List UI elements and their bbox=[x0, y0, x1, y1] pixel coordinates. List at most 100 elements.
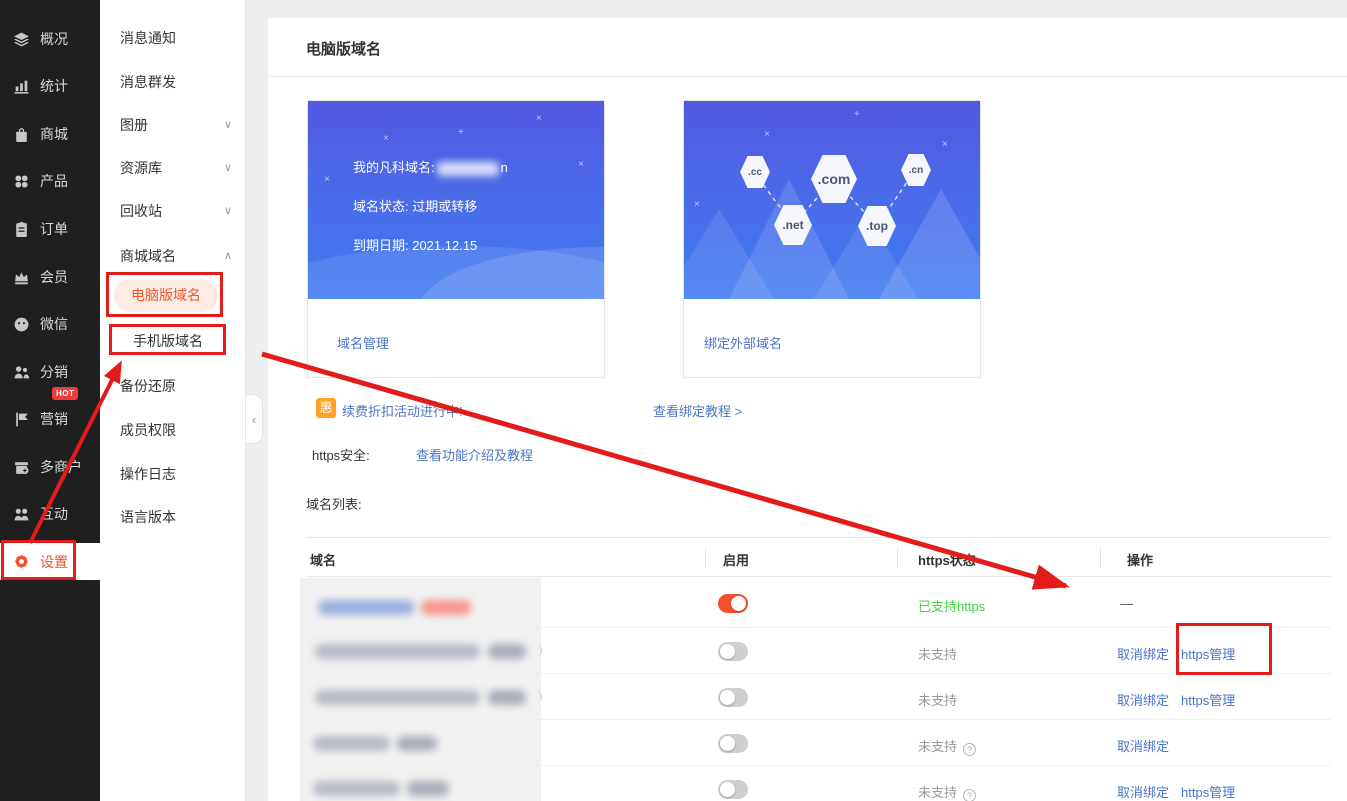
submenu-item-message-bulk[interactable]: 消息群发 bbox=[100, 67, 246, 97]
submenu-item-mall-domain[interactable]: 商城域名 ∧ bbox=[100, 241, 246, 271]
submenu-item-albums[interactable]: 图册 ∨ bbox=[100, 110, 246, 140]
col-actions: 操作 bbox=[1127, 553, 1154, 568]
sidebar-item-label: 订单 bbox=[40, 221, 68, 237]
bar-chart-icon bbox=[14, 80, 29, 94]
sidebar-item-overview[interactable]: 概况 bbox=[0, 21, 100, 57]
domain-manage-link[interactable]: 域名管理 bbox=[337, 333, 389, 352]
row-actions: 取消绑定 https管理 bbox=[1117, 782, 1247, 801]
sidebar-item-products[interactable]: 产品 bbox=[0, 163, 100, 199]
layers-icon bbox=[14, 32, 29, 46]
sidebar-collapse-handle[interactable]: ‹ bbox=[246, 394, 263, 444]
https-intro-tutorial-link[interactable]: 查看功能介绍及教程 bbox=[416, 445, 533, 464]
redacted-domain bbox=[315, 644, 480, 659]
https-manage-link[interactable]: https管理 bbox=[1181, 693, 1235, 708]
gear-icon bbox=[15, 555, 28, 568]
submenu-item-language-version[interactable]: 语言版本 bbox=[100, 502, 246, 532]
discount-badge-icon: 惠 bbox=[316, 398, 336, 418]
https-status: 未支持? bbox=[918, 782, 977, 801]
redacted-domain bbox=[488, 644, 526, 659]
row-actions: 取消绑定 bbox=[1117, 736, 1181, 755]
submenu-item-message-notice[interactable]: 消息通知 bbox=[100, 23, 246, 53]
help-icon[interactable]: ? bbox=[963, 743, 977, 756]
submenu-item-member-permissions[interactable]: 成员权限 bbox=[100, 415, 246, 445]
chevron-down-icon: ∨ bbox=[223, 119, 232, 131]
store-icon bbox=[15, 461, 29, 474]
submenu-item-pc-domain[interactable]: 电脑版域名 bbox=[114, 279, 218, 312]
sidebar-item-interaction[interactable]: 互动 bbox=[0, 496, 100, 532]
sidebar-item-multimerchant[interactable]: 多商户 bbox=[0, 449, 100, 485]
sidebar-item-label: 概况 bbox=[40, 31, 68, 47]
table-header: 域名 启用 https状态 操作 bbox=[306, 537, 1331, 577]
two-people-icon bbox=[14, 508, 29, 520]
unbind-link[interactable]: 取消绑定 bbox=[1117, 785, 1169, 800]
redacted-domain bbox=[313, 781, 400, 796]
https-status: 未支持 bbox=[918, 647, 958, 662]
https-status: 未支持? bbox=[918, 736, 977, 756]
https-manage-link[interactable]: https管理 bbox=[1181, 647, 1235, 662]
external-domain-card: × + × × .cc .com .cn .net .top 绑定外部域名 bbox=[683, 100, 981, 378]
enable-toggle[interactable] bbox=[718, 642, 748, 661]
row-actions: 取消绑定 https管理 bbox=[1117, 644, 1247, 663]
submenu-item-operation-log[interactable]: 操作日志 bbox=[100, 459, 246, 489]
binding-tutorial-link[interactable]: 查看绑定教程 > bbox=[653, 401, 742, 420]
redacted-domain bbox=[488, 690, 526, 705]
crown-icon bbox=[15, 271, 28, 284]
action-none: — bbox=[1120, 596, 1133, 611]
col-enabled: 启用 bbox=[723, 553, 750, 568]
sidebar-item-wechat[interactable]: 微信 bbox=[0, 306, 100, 342]
sidebar-item-members[interactable]: 会员 bbox=[0, 259, 100, 295]
enable-toggle[interactable] bbox=[718, 594, 748, 613]
sidebar-item-label: 会员 bbox=[40, 269, 68, 285]
enable-toggle[interactable] bbox=[718, 734, 748, 753]
sidebar-item-mall[interactable]: 商城 bbox=[0, 116, 100, 152]
secondary-sidebar: 消息通知 消息群发 图册 ∨ 资源库 ∨ 回收站 ∨ 商城域名 ∧ 手机版域名 备份还原… bbox=[100, 0, 246, 801]
sidebar-item-orders[interactable]: 订单 bbox=[0, 211, 100, 247]
help-icon[interactable]: ? bbox=[963, 789, 977, 801]
external-domain-banner: × + × × .cc .com .cn .net .top bbox=[684, 101, 980, 299]
submenu-item-resources[interactable]: 资源库 ∨ bbox=[100, 153, 246, 183]
redacted-domain bbox=[397, 736, 437, 751]
four-dots-icon bbox=[15, 174, 28, 188]
submenu-item-recycle-bin[interactable]: 回收站 ∨ bbox=[100, 196, 246, 226]
expiry-date-line: 到期日期: 2021.12.15 bbox=[353, 238, 478, 253]
enable-toggle[interactable] bbox=[718, 780, 748, 799]
col-https-status: https状态 bbox=[918, 553, 976, 568]
title-divider bbox=[268, 76, 1347, 77]
sidebar-item-settings[interactable]: 设置 bbox=[0, 543, 100, 580]
redacted-domain bbox=[313, 736, 390, 751]
submenu-item-mobile-domain[interactable]: 手机版域名 bbox=[100, 326, 246, 356]
redacted-domain bbox=[436, 161, 499, 176]
sidebar-item-stats[interactable]: 统计 bbox=[0, 68, 100, 104]
sidebar-item-label: 产品 bbox=[40, 173, 68, 189]
row-actions: 取消绑定 https管理 bbox=[1117, 690, 1247, 709]
sidebar-item-label: 统计 bbox=[40, 78, 68, 94]
unbind-link[interactable]: 取消绑定 bbox=[1117, 739, 1169, 754]
fanke-domain-line: 我的凡科域名: n bbox=[353, 160, 508, 176]
https-manage-link[interactable]: https管理 bbox=[1181, 785, 1235, 800]
sidebar-item-marketing[interactable]: 营销 HOT bbox=[0, 387, 100, 437]
redacted-domain bbox=[315, 690, 480, 705]
sidebar-item-label: 营销 bbox=[40, 411, 68, 427]
chevron-up-icon: ∧ bbox=[223, 250, 232, 262]
sidebar-item-label: 微信 bbox=[40, 316, 68, 332]
domain-list-label: 域名列表: bbox=[306, 497, 362, 512]
bind-external-domain-link[interactable]: 绑定外部域名 bbox=[704, 333, 782, 352]
unbind-link[interactable]: 取消绑定 bbox=[1117, 647, 1169, 662]
sidebar-item-label: 设置 bbox=[40, 553, 68, 570]
enable-toggle[interactable] bbox=[718, 688, 748, 707]
wechat-icon bbox=[14, 317, 29, 331]
unbind-link[interactable]: 取消绑定 bbox=[1117, 693, 1169, 708]
sidebar-item-distribution[interactable]: 分销 bbox=[0, 354, 100, 390]
submenu-item-backup-restore[interactable]: 备份还原 bbox=[100, 371, 246, 401]
col-domain: 域名 bbox=[310, 553, 337, 568]
chevron-down-icon: ∨ bbox=[223, 205, 232, 217]
https-status: 未支持 bbox=[918, 693, 958, 708]
fanke-domain-card: × × × × + 我的凡科域名: n 域名状态: 过期或转移 到期日期: 202… bbox=[307, 100, 605, 378]
page-title: 电脑版域名 bbox=[306, 41, 382, 58]
shopping-bag-icon bbox=[16, 127, 27, 142]
flag-icon bbox=[16, 412, 28, 426]
https-security-label: https安全: bbox=[312, 448, 370, 463]
sidebar-item-label: 多商户 bbox=[40, 459, 82, 475]
renewal-discount-link[interactable]: 续费折扣活动进行中! bbox=[342, 401, 463, 420]
redacted-domain bbox=[318, 600, 414, 615]
